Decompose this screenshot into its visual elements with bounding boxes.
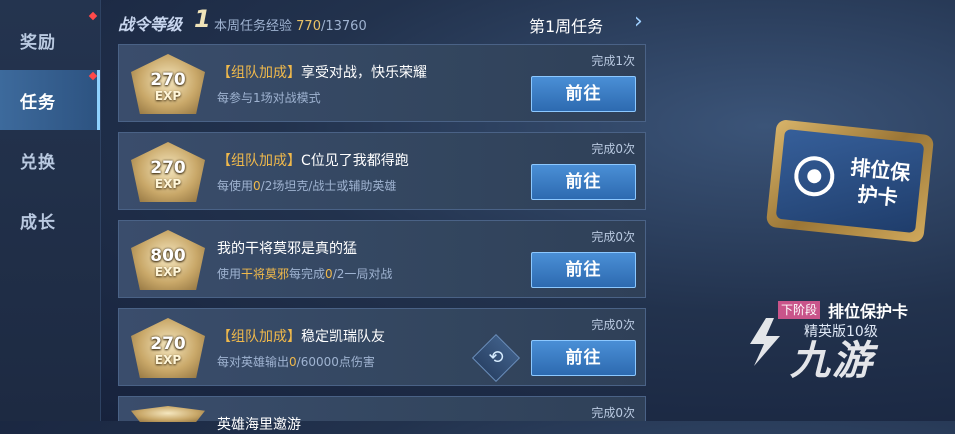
desc-part: /2场坦克/战士或辅助英雄 — [260, 179, 397, 193]
exp-badge-icon: 800 EXP — [131, 230, 205, 290]
desc-part: /60000点伤害 — [296, 355, 375, 369]
sidebar-item-label: 奖励 — [20, 32, 56, 53]
exp-badge-icon: 270 EXP — [131, 142, 205, 202]
go-button[interactable]: 前往 — [531, 252, 636, 288]
team-bonus-tag: 【组队加成】 — [217, 329, 301, 345]
task-title: 我的干将莫邪是真的猛 — [217, 241, 357, 257]
desc-part: 使用 — [217, 267, 242, 281]
card-art-text: 排位保护卡 — [849, 155, 912, 210]
battle-pass-level-value: 1 — [194, 5, 211, 33]
exp-amount: 270 — [150, 158, 186, 178]
exp-amount: 800 — [150, 246, 186, 266]
shield-icon — [792, 154, 837, 199]
weekly-exp-text: 本周任务经验 770/13760 — [214, 15, 367, 34]
rank-protection-card-image[interactable]: 排位保护卡 — [765, 119, 935, 243]
task-card: 270 EXP 【组队加成】C位见了我都得跑 每使用0/2场坦克/战士或辅助英雄… — [118, 132, 646, 210]
completion-count: 完成1次 — [591, 54, 635, 68]
watermark-text: 九游 — [790, 338, 874, 384]
task-description: 使用干将莫邪每完成0/2一局对战 — [217, 265, 392, 282]
desc-part: 每完成 — [289, 267, 326, 281]
task-title-text: 享受对战，快乐荣耀 — [301, 65, 427, 81]
watermark-logo-icon — [750, 318, 780, 366]
exp-badge-icon: 270 EXP — [131, 318, 205, 378]
week-task-label: 第1周任务 — [529, 17, 604, 36]
task-card: 800 EXP 我的干将莫邪是真的猛 使用干将莫邪每完成0/2一局对战 完成0次… — [118, 220, 646, 298]
completion-count: 完成0次 — [591, 142, 635, 156]
sidebar: 奖励 任务 兑换 成长 — [0, 0, 101, 421]
weekly-exp-total: /13760 — [320, 19, 367, 34]
task-title-text: C位见了我都得跑 — [301, 153, 409, 169]
progress-current: 0 — [289, 355, 297, 369]
completion-count: 完成0次 — [591, 406, 635, 420]
task-header: 战令等级 1 本周任务经验 770/13760 第1周任务 › — [118, 5, 648, 38]
task-description: 每使用0/2场坦克/战士或辅助英雄 — [217, 177, 396, 194]
team-bonus-tag: 【组队加成】 — [217, 153, 301, 169]
task-title: 【组队加成】享受对战，快乐荣耀 — [217, 62, 427, 82]
next-tier-badge: 下阶段 — [778, 301, 821, 319]
desc-part: /2一局对战 — [332, 267, 393, 281]
task-title: 【组队加成】C位见了我都得跑 — [217, 150, 409, 170]
refresh-icon[interactable]: ⟲ — [471, 333, 521, 383]
task-card: 英雄海里邀游 完成0次 — [118, 396, 646, 433]
exp-amount: 270 — [150, 70, 186, 90]
exp-unit: EXP — [154, 265, 182, 279]
sidebar-item-label: 任务 — [20, 92, 56, 113]
battle-pass-level-label: 战令等级 — [118, 15, 183, 34]
card-art-inner: 排位保护卡 — [775, 128, 925, 234]
exp-unit: EXP — [154, 353, 182, 367]
team-bonus-tag: 【组队加成】 — [217, 65, 301, 81]
go-button[interactable]: 前往 — [531, 76, 636, 112]
task-title: 【组队加成】稳定凯瑞队友 — [217, 326, 385, 346]
task-title-text: 稳定凯瑞队友 — [301, 329, 385, 345]
chevron-right-icon[interactable]: › — [634, 9, 643, 34]
weekly-exp-prefix: 本周任务经验 — [214, 19, 293, 34]
task-description: 每参与1场对战模式 — [217, 91, 321, 105]
exp-unit: EXP — [154, 177, 182, 191]
desc-part: 每对英雄输出 — [217, 355, 290, 369]
notification-dot — [88, 71, 98, 81]
task-title: 英雄海里邀游 — [217, 417, 301, 433]
exp-badge-icon — [131, 406, 205, 422]
desc-part: 每使用 — [217, 179, 254, 193]
completion-count: 完成0次 — [591, 318, 635, 332]
task-card: 270 EXP 【组队加成】稳定凯瑞队友 每对英雄输出0/60000点伤害 完成… — [118, 308, 646, 386]
sidebar-item-tasks[interactable]: 任务 — [0, 70, 100, 130]
progress-current: 0 — [325, 267, 333, 281]
sidebar-item-growth[interactable]: 成长 — [0, 190, 100, 250]
go-button[interactable]: 前往 — [531, 340, 636, 376]
exp-unit: EXP — [154, 89, 182, 103]
exp-badge-icon: 270 EXP — [131, 54, 205, 114]
hero-name: 干将莫邪 — [241, 267, 290, 281]
sidebar-item-label: 兑换 — [20, 152, 56, 173]
weekly-exp-current: 770 — [296, 19, 321, 34]
go-button[interactable]: 前往 — [531, 164, 636, 200]
task-card: 270 EXP 【组队加成】享受对战，快乐荣耀 每参与1场对战模式 完成1次 前… — [118, 44, 646, 122]
task-description: 每对英雄输出0/60000点伤害 — [217, 353, 375, 370]
reward-name: 排位保护卡 — [828, 302, 909, 321]
sidebar-item-label: 成长 — [20, 212, 56, 233]
exp-amount: 270 — [150, 334, 186, 354]
completion-count: 完成0次 — [591, 230, 635, 244]
sidebar-item-exchange[interactable]: 兑换 — [0, 130, 100, 190]
progress-current: 0 — [253, 179, 261, 193]
sidebar-item-rewards[interactable]: 奖励 — [0, 10, 100, 70]
